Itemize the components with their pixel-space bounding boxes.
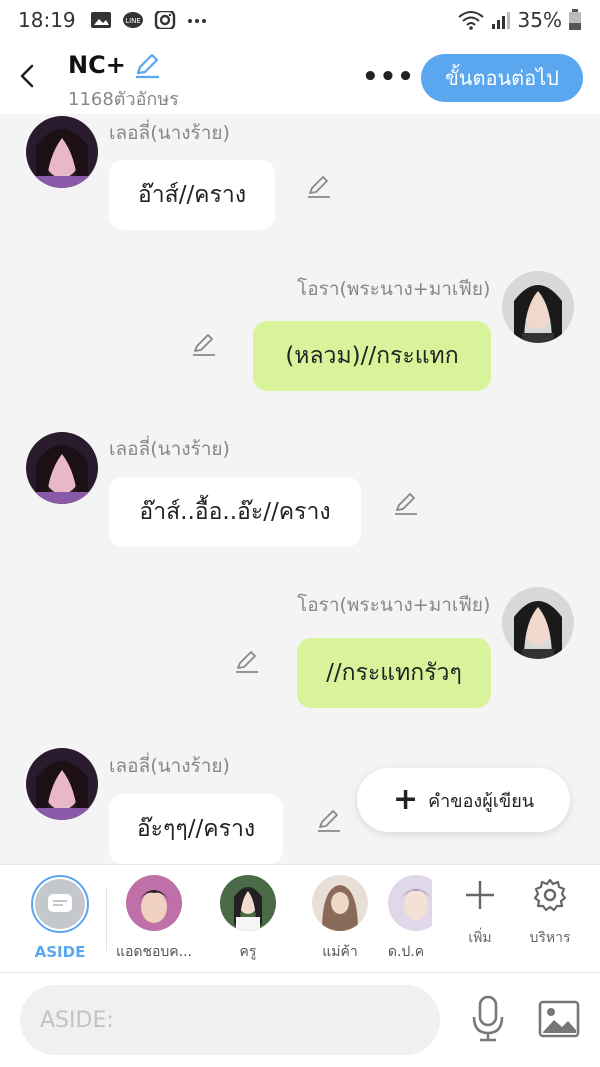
character-item[interactable]: ด.ป.ค — [376, 875, 432, 963]
character-name: ครู — [239, 944, 257, 960]
author-note-label: คำของผู้เขียน — [428, 790, 535, 812]
character-item[interactable]: แม่ค้า — [292, 875, 388, 963]
gallery-icon — [90, 12, 111, 28]
speech-bubble-icon — [48, 894, 72, 912]
character-count: 1168ตัวอักษร — [68, 89, 179, 110]
aside-avatar — [31, 875, 89, 933]
microphone-icon[interactable] — [470, 995, 506, 1043]
message-sender: เลอลี่(นางร้าย) — [109, 438, 230, 460]
character-aside[interactable]: ASIDE — [12, 875, 108, 961]
manage-button[interactable]: บริหาร — [515, 877, 585, 949]
character-name: แม่ค้า — [322, 944, 358, 960]
message-bubble[interactable]: (หลวม)//กระแทก — [253, 321, 491, 391]
message-sender: เลอลี่(นางร้าย) — [109, 755, 230, 777]
character-avatar — [126, 875, 182, 931]
chat-header: NC+ 1168ตัวอักษร ••• ขั้นตอนต่อไป — [0, 40, 600, 114]
edit-message-icon[interactable] — [316, 807, 342, 833]
character-avatar — [312, 875, 368, 931]
message-bubble[interactable]: //กระแทกรัวๆ — [297, 638, 491, 708]
avatar-lerly[interactable] — [26, 748, 98, 820]
next-step-button[interactable]: ขั้นตอนต่อไป — [421, 54, 583, 102]
svg-text:LINE: LINE — [125, 17, 141, 25]
instagram-icon — [154, 11, 175, 29]
avatar-lerly[interactable] — [26, 116, 98, 188]
character-item[interactable]: ครู — [200, 875, 296, 963]
image-icon[interactable] — [538, 999, 580, 1039]
wifi-icon — [457, 11, 484, 30]
author-note-button[interactable]: + คำของผู้เขียน — [357, 768, 570, 832]
message-bubble[interactable]: อ๊ะๆๆ//คราง — [109, 794, 283, 864]
character-avatar — [388, 875, 432, 931]
character-item[interactable]: แอดชอบค... — [106, 875, 202, 963]
message-sender: โอรา(พระนาง+มาเฟีย) — [297, 278, 491, 300]
message-input[interactable] — [20, 985, 440, 1055]
character-bar[interactable]: ASIDE แอดชอบค... ครู แม่ค้า ด.ป.ค เพิ่ม … — [0, 864, 600, 972]
character-avatar — [220, 875, 276, 931]
signal-icon — [491, 12, 510, 29]
more-options-button[interactable]: ••• — [362, 62, 415, 92]
back-arrow-icon[interactable] — [14, 60, 42, 92]
avatar-lerly[interactable] — [26, 432, 98, 504]
avatar-ora[interactable] — [502, 587, 574, 659]
battery-percent: 35% — [517, 8, 562, 32]
character-name: แอดชอบค... — [115, 944, 193, 960]
gear-icon — [533, 878, 567, 912]
story-title: NC+ — [68, 51, 126, 79]
plus-icon: + — [393, 782, 419, 817]
line-icon: LINE — [122, 12, 143, 28]
edit-message-icon[interactable] — [191, 331, 217, 357]
plus-icon — [466, 881, 494, 909]
message-bubble[interactable]: อ๊าส์//คราง — [109, 160, 275, 230]
manage-label: บริหาร — [529, 930, 571, 946]
status-time: 18:19 — [18, 8, 76, 32]
edit-message-icon[interactable] — [393, 490, 419, 516]
input-bar — [0, 972, 600, 1067]
more-dots-icon — [187, 19, 206, 23]
edit-message-icon[interactable] — [306, 173, 332, 199]
character-name: ASIDE — [34, 943, 86, 961]
add-label: เพิ่ม — [468, 930, 492, 946]
add-character-button[interactable]: เพิ่ม — [445, 877, 515, 949]
chat-area[interactable]: เลอลี่(นางร้าย) อ๊าส์//คราง โอรา(พระนาง+… — [0, 114, 600, 864]
edit-message-icon[interactable] — [234, 648, 260, 674]
battery-icon — [569, 9, 581, 30]
message-bubble[interactable]: อ๊าส์..อื้อ..อ๊ะ//คราง — [109, 477, 361, 547]
character-name: ด.ป.ค — [387, 944, 425, 960]
status-bar: 18:19 LINE 35% — [0, 0, 600, 40]
message-sender: เลอลี่(นางร้าย) — [109, 122, 230, 144]
avatar-ora[interactable] — [502, 271, 574, 343]
edit-title-icon[interactable] — [132, 50, 162, 80]
message-sender: โอรา(พระนาง+มาเฟีย) — [297, 594, 491, 616]
title-row: NC+ — [68, 50, 162, 80]
